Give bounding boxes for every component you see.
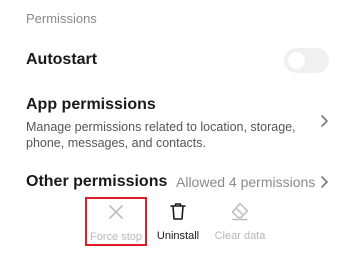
other-permissions-label: Other permissions [26,173,168,190]
other-permissions-value: Allowed 4 permissions [176,174,316,190]
toggle-knob [288,52,305,69]
force-stop-label: Force stop [90,231,142,243]
app-permissions-label: App permissions [26,96,156,113]
autostart-label: Autostart [26,51,98,68]
clear-data-label: Clear data [214,230,266,242]
bottom-action-bar: Force stop Uninstall Clear data [0,192,350,254]
app-info-screen: Permissions Autostart App permissions Ma… [0,0,350,254]
chevron-right-icon [318,114,332,128]
eraser-icon [230,201,250,221]
autostart-toggle[interactable] [284,48,329,73]
section-header-permissions: Permissions [26,11,97,26]
chevron-right-icon [318,175,332,189]
clear-data-button[interactable]: Clear data [213,198,267,246]
close-icon [106,202,126,222]
trash-icon [168,201,188,221]
uninstall-label: Uninstall [156,230,200,242]
app-permissions-description: Manage permissions related to location, … [26,120,296,150]
force-stop-button[interactable]: Force stop [85,197,147,246]
uninstall-button[interactable]: Uninstall [152,198,204,246]
